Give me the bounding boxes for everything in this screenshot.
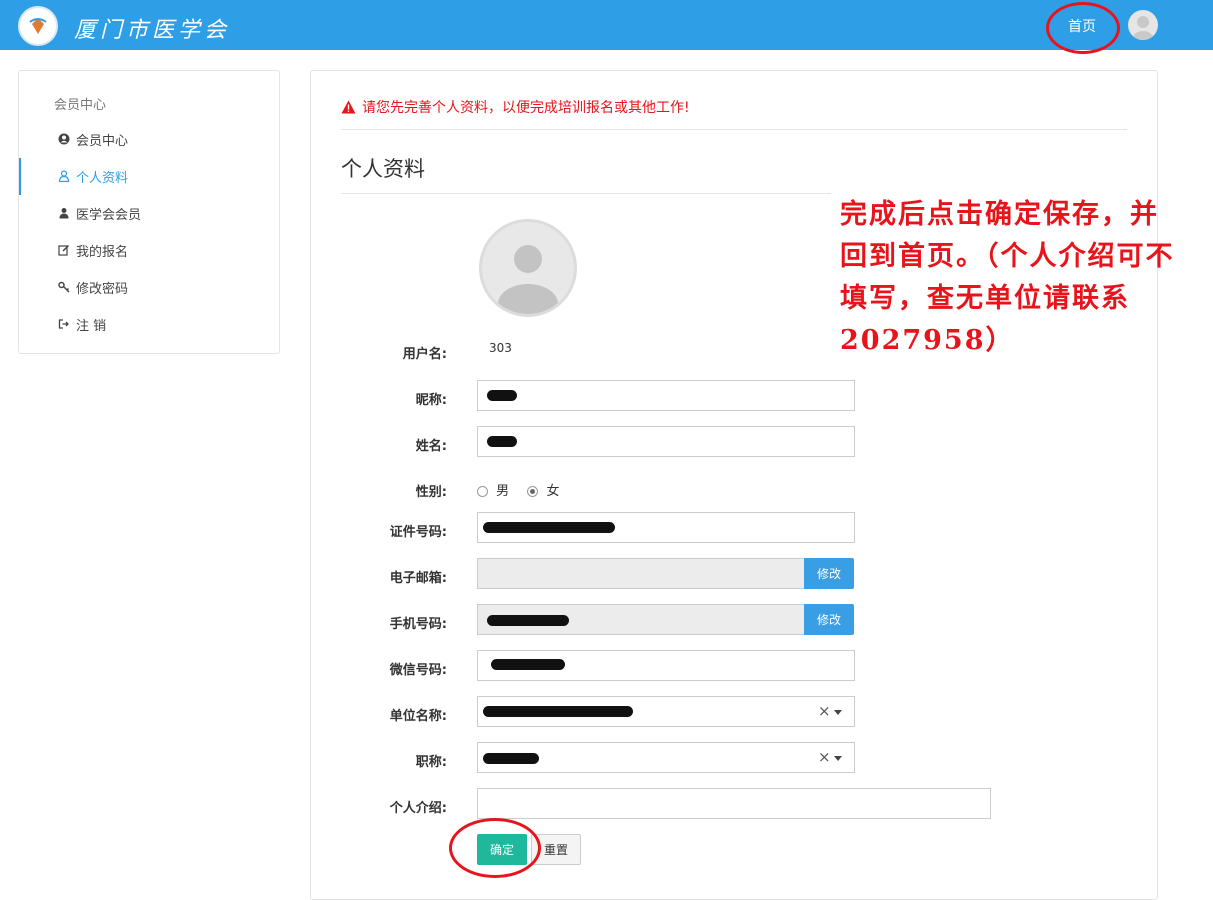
email-label: 电子邮箱: [389,571,447,586]
phone-label: 手机号码: [389,617,447,632]
redaction-mark [483,753,539,764]
username-value: 303 [489,341,512,355]
sign-out-icon [57,318,71,332]
redaction-mark [483,706,633,717]
sidebar-item-label: 会员中心 [76,134,129,149]
edit-icon [57,244,71,258]
annotation-circle-confirm [449,818,541,878]
sidebar-item-member-center[interactable]: 会员中心 [19,121,279,158]
unit-label: 单位名称: [389,709,447,724]
site-name[interactable]: 厦门市医学会 [74,12,230,44]
sidebar-item-label: 注 销 [76,319,107,334]
annotation-note: 完成后点击确定保存，并回到首页。（个人介绍可不填写，查无单位请联系2027958… [840,199,1175,356]
email-input[interactable] [477,558,805,589]
sidebar-item-label: 修改密码 [76,282,129,297]
warning-icon [341,100,356,114]
page-title: 个人资料 [341,157,425,181]
name-input[interactable] [477,426,855,457]
job-title-dropdown-icon[interactable] [834,756,842,761]
unit-dropdown-icon[interactable] [834,710,842,715]
sidebar-item-profile[interactable]: 个人资料 [19,158,279,195]
sidebar-item-change-password[interactable]: 修改密码 [19,269,279,306]
redaction-mark [483,522,615,533]
redaction-mark [491,659,565,670]
gender-male-label: 男 [496,484,510,499]
sidebar-item-label: 个人资料 [76,171,129,186]
job-title-label: 职称: [415,755,447,770]
user-outline-icon [57,169,71,184]
job-title-clear-icon[interactable]: × [818,748,831,766]
unit-clear-icon[interactable]: × [818,702,831,720]
profile-avatar[interactable] [479,219,577,317]
name-label: 姓名: [415,439,447,454]
sidebar: 会员中心 会员中心 个人资料 医学会会员 我的报名 修改密码 注 销 [18,70,280,354]
nickname-label: 昵称: [415,393,447,408]
gender-female-label: 女 [546,484,560,499]
modify-phone-button[interactable]: 修改 [804,604,854,635]
divider [341,193,831,194]
nickname-input[interactable] [477,380,855,411]
gender-label: 性别: [415,485,447,500]
sidebar-item-label: 我的报名 [76,245,129,260]
redaction-mark [487,436,517,447]
sidebar-item-logout[interactable]: 注 销 [19,306,279,343]
user-tie-icon [57,207,71,221]
redaction-mark [487,615,569,626]
intro-input[interactable] [477,788,991,819]
gender-radio-group: 男 女 [477,480,559,499]
gender-female-radio[interactable] [527,486,539,497]
id-number-label: 证件号码: [389,525,447,540]
sidebar-item-association-member[interactable]: 医学会会员 [19,195,279,232]
redaction-mark [487,390,517,401]
intro-label: 个人介绍: [389,801,447,816]
user-avatar[interactable] [1128,10,1158,40]
sidebar-title: 会员中心 [54,98,107,113]
warning-message: 请您先完善个人资料，以便完成培训报名或其他工作! [341,97,690,117]
top-navbar: 厦门市医学会 首页 [0,0,1213,50]
gender-male-radio[interactable] [477,486,488,497]
username-label: 用户名: [402,347,447,362]
modify-email-button[interactable]: 修改 [804,558,854,589]
association-logo-icon[interactable] [18,6,58,46]
sidebar-item-my-registrations[interactable]: 我的报名 [19,232,279,269]
key-icon [57,281,71,295]
user-circle-icon [57,133,71,147]
warning-text: 请您先完善个人资料，以便完成培训报名或其他工作! [362,100,690,116]
divider [341,129,1127,130]
wechat-label: 微信号码: [389,663,447,678]
sidebar-item-label: 医学会会员 [76,208,142,223]
annotation-circle-home [1046,2,1120,54]
